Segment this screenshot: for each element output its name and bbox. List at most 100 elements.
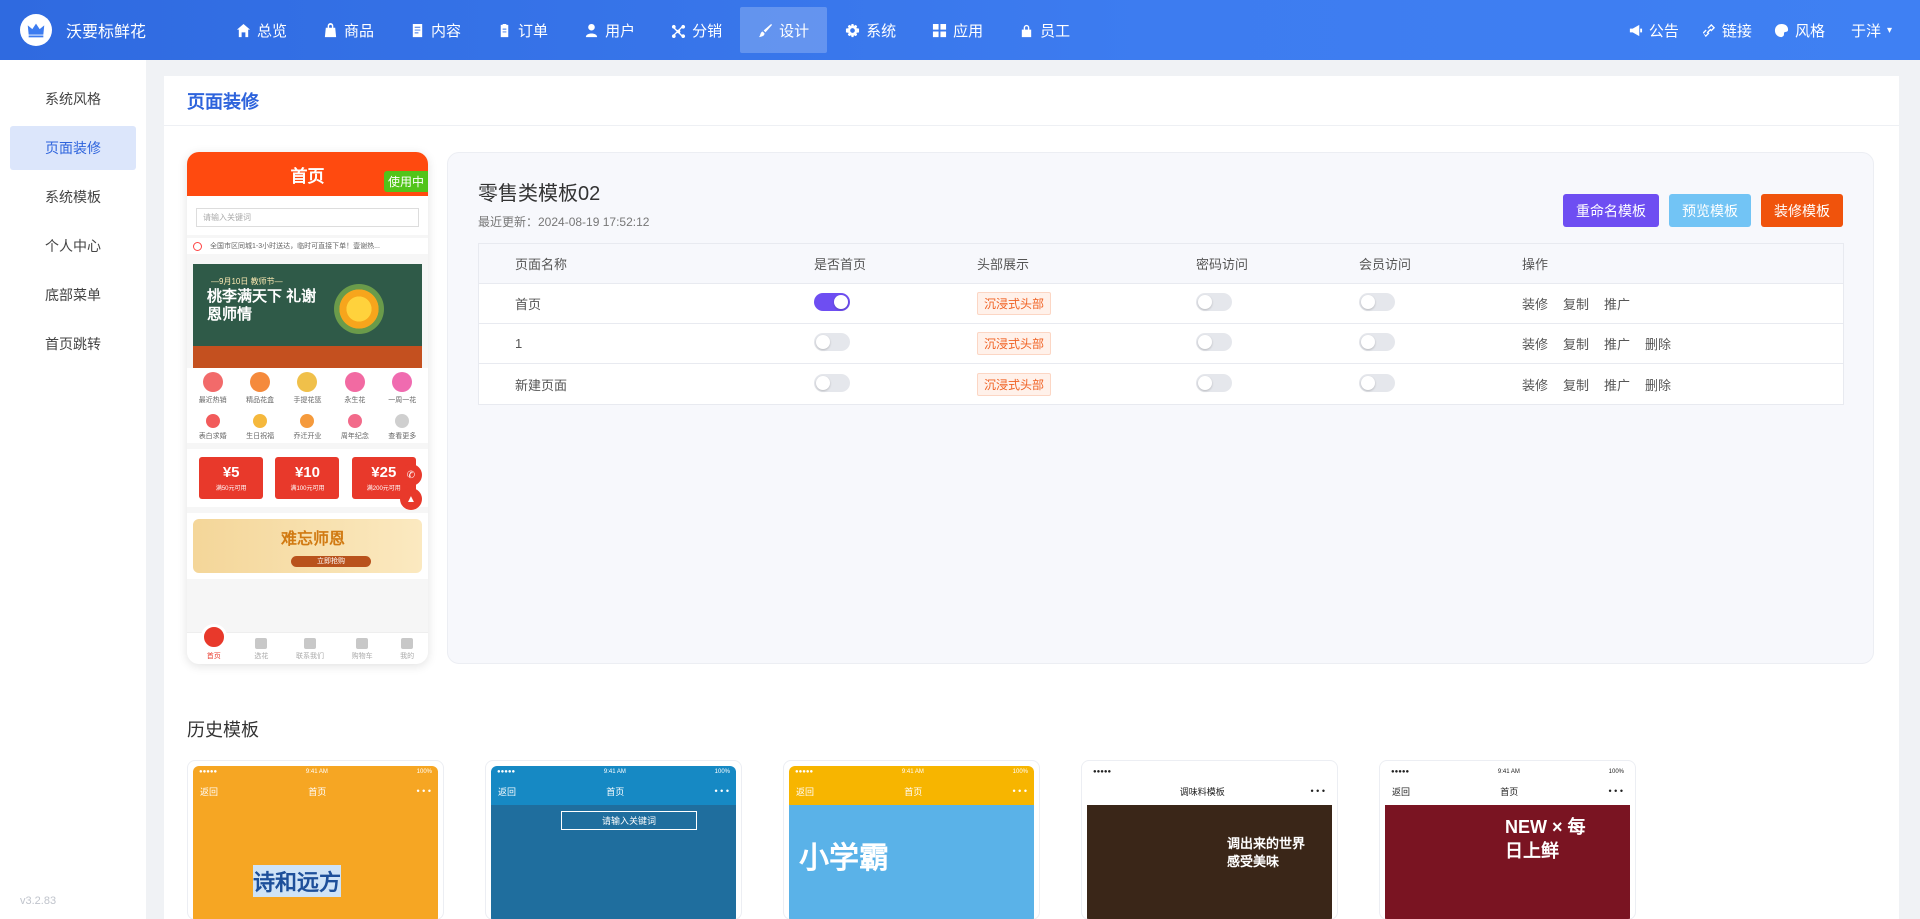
header-style-tag: 沉浸式头部 bbox=[977, 292, 1052, 315]
brand[interactable]: 沃要标鲜花 bbox=[0, 14, 218, 46]
phone-tab: 联系我们 bbox=[296, 638, 324, 661]
password-access-toggle[interactable] bbox=[1196, 293, 1232, 311]
category-label: 手提花篮 bbox=[293, 397, 322, 404]
palette-icon bbox=[1774, 23, 1789, 38]
op-link[interactable]: 推广 bbox=[1604, 334, 1630, 353]
history-template-card[interactable]: ●●●●● 9:41 AM 100% 返回 首页 • • • 小学霸 bbox=[783, 760, 1040, 919]
preview-template-button[interactable]: 预览模板 bbox=[1669, 194, 1751, 227]
status-signal: ●●●●● bbox=[1093, 768, 1112, 775]
rename-template-button[interactable]: 重命名模板 bbox=[1563, 194, 1659, 227]
nav-item-label: 员工 bbox=[1040, 22, 1071, 40]
thumbnail-nav: 返回 首页 • • • bbox=[1385, 777, 1630, 805]
decorate-template-button[interactable]: 装修模板 bbox=[1761, 194, 1843, 227]
operations-cell: 装修 复制 推广 删除 bbox=[1522, 334, 1842, 353]
coupon: ¥10 满100元可用 bbox=[275, 457, 340, 499]
history-template-card[interactable]: ●●●●● 9:41 AM 100% 返回 首页 • • • 诗和远方 bbox=[187, 760, 444, 919]
tab-label: 首页 bbox=[206, 653, 221, 660]
nav-item-8[interactable]: 应用 bbox=[914, 7, 1001, 53]
member-access-toggle[interactable] bbox=[1359, 333, 1395, 351]
op-link[interactable]: 推广 bbox=[1604, 375, 1630, 394]
nav-item-1[interactable]: 商品 bbox=[305, 7, 392, 53]
back-label: 返回 bbox=[498, 786, 517, 797]
home-page-toggle[interactable] bbox=[814, 333, 850, 351]
nav-item-label: 分销 bbox=[692, 22, 723, 40]
nav-item-6[interactable]: 设计 bbox=[740, 7, 828, 53]
password-access-toggle[interactable] bbox=[1196, 333, 1232, 351]
password-access-toggle[interactable] bbox=[1196, 373, 1232, 392]
header-style-tag: 沉浸式头部 bbox=[977, 372, 1052, 396]
page-header: 页面装修 bbox=[164, 76, 1899, 126]
thumbnail-title: 首页 bbox=[904, 786, 923, 797]
back-label: 返回 bbox=[200, 786, 219, 797]
nav-item-label: 订单 bbox=[518, 22, 549, 40]
sidebar-item-2[interactable]: 系统模板 bbox=[10, 175, 136, 219]
sidebar-item-1[interactable]: 页面装修 bbox=[10, 126, 136, 170]
nav-item-3[interactable]: 订单 bbox=[479, 7, 566, 53]
history-template-card[interactable]: ●●●●● 9:41 AM 100% 返回 首页 • • • NEW × 每日上鲜 bbox=[1379, 760, 1636, 919]
op-link[interactable]: 装修 bbox=[1522, 334, 1548, 353]
category-icon bbox=[202, 372, 223, 392]
coupon-value: ¥10 bbox=[294, 464, 320, 481]
op-link[interactable]: 复制 bbox=[1563, 294, 1589, 313]
nav-item-9[interactable]: 员工 bbox=[1001, 7, 1088, 53]
banner-subtitle: —9月10日 教师节— bbox=[211, 277, 283, 286]
nav-item-4[interactable]: 用户 bbox=[566, 7, 653, 53]
op-link[interactable]: 删除 bbox=[1645, 375, 1671, 394]
thumbnail-body: 诗和远方 bbox=[193, 805, 438, 919]
password-cell bbox=[1196, 333, 1359, 354]
category-item: 乔迁开业 bbox=[284, 411, 331, 441]
nav-item-7[interactable]: 系统 bbox=[827, 7, 914, 53]
column-header: 头部展示 bbox=[977, 257, 1030, 272]
home-page-toggle[interactable] bbox=[814, 293, 850, 311]
nav-item-2[interactable]: 内容 bbox=[392, 7, 479, 53]
user-name: 于洋 bbox=[1850, 22, 1881, 40]
category-item: 精品花盒 bbox=[236, 372, 283, 405]
nav-item-label: 用户 bbox=[605, 22, 636, 40]
status-signal: ●●●●● bbox=[497, 768, 516, 775]
sidebar-item-5[interactable]: 首页跳转 bbox=[10, 322, 136, 366]
history-template-card[interactable]: ●●●●● 调味料模板 • • • 调出来的世界 感受美味 bbox=[1081, 760, 1338, 919]
back-label: 返回 bbox=[796, 786, 815, 797]
column-header: 页面名称 bbox=[515, 257, 568, 272]
category-label: 查看更多 bbox=[388, 433, 417, 440]
sidebar-item-4[interactable]: 底部菜单 bbox=[10, 273, 136, 317]
status-bar: ●●●●● 9:41 AM 100% bbox=[1385, 766, 1630, 777]
pages-table: 页面名称 是否首页 头部展示 密码访问 会员访问 操作 首页 沉浸式头部 装修 复制 推广 1 沉浸式头… bbox=[478, 243, 1844, 405]
thumbnail-text: NEW × 每日上鲜 bbox=[1505, 817, 1586, 862]
member-access-toggle[interactable] bbox=[1359, 293, 1395, 311]
op-link[interactable]: 复制 bbox=[1563, 334, 1589, 353]
sidebar-item-3[interactable]: 个人中心 bbox=[10, 224, 136, 268]
in-use-badge: 使用中 bbox=[383, 171, 428, 192]
thumbnail-text: 诗和远方 bbox=[253, 865, 342, 897]
template-thumbnail: ●●●●● 9:41 AM 100% 返回 首页 • • • 诗和远方 bbox=[193, 766, 438, 919]
category-label: 生日祝福 bbox=[246, 433, 275, 440]
top-action-1[interactable]: 链接 bbox=[1701, 20, 1752, 41]
op-link[interactable]: 推广 bbox=[1604, 294, 1630, 313]
member-access-toggle[interactable] bbox=[1359, 373, 1395, 392]
op-link[interactable]: 复制 bbox=[1563, 375, 1589, 394]
top-action-2[interactable]: 风格 bbox=[1774, 20, 1825, 41]
top-action-0[interactable]: 公告 bbox=[1628, 20, 1679, 41]
user-menu[interactable]: 于洋 ▾ bbox=[1851, 20, 1892, 41]
password-cell bbox=[1196, 373, 1359, 395]
template-thumbnail: ●●●●● 9:41 AM 100% 返回 首页 • • • 请输入关键词 bbox=[491, 766, 736, 919]
category-item: 表白求婚 bbox=[189, 411, 236, 441]
column-header: 密码访问 bbox=[1196, 257, 1249, 272]
status-time: 9:41 AM bbox=[305, 768, 328, 775]
page-name: 1 bbox=[515, 336, 523, 351]
nav-item-5[interactable]: 分销 bbox=[653, 7, 740, 53]
thumbnail-nav: 返回 首页 • • • bbox=[193, 777, 438, 805]
op-link[interactable]: 装修 bbox=[1522, 294, 1548, 313]
sidebar-item-0[interactable]: 系统风格 bbox=[10, 77, 136, 121]
op-link[interactable]: 删除 bbox=[1645, 334, 1671, 353]
nav-item-0[interactable]: 总览 bbox=[218, 7, 305, 53]
thumbnail-body: 调出来的世界 感受美味 bbox=[1087, 805, 1332, 919]
home-page-toggle[interactable] bbox=[814, 373, 850, 392]
column-header: 操作 bbox=[1522, 257, 1549, 272]
history-template-card[interactable]: ●●●●● 9:41 AM 100% 返回 首页 • • • 请输入关键词 bbox=[485, 760, 742, 919]
category-item: 生日祝福 bbox=[236, 411, 283, 441]
op-link[interactable]: 装修 bbox=[1522, 375, 1548, 394]
banner-desk bbox=[193, 346, 422, 368]
gear-icon bbox=[845, 23, 860, 38]
chevron-down-icon: ▾ bbox=[1886, 24, 1892, 36]
